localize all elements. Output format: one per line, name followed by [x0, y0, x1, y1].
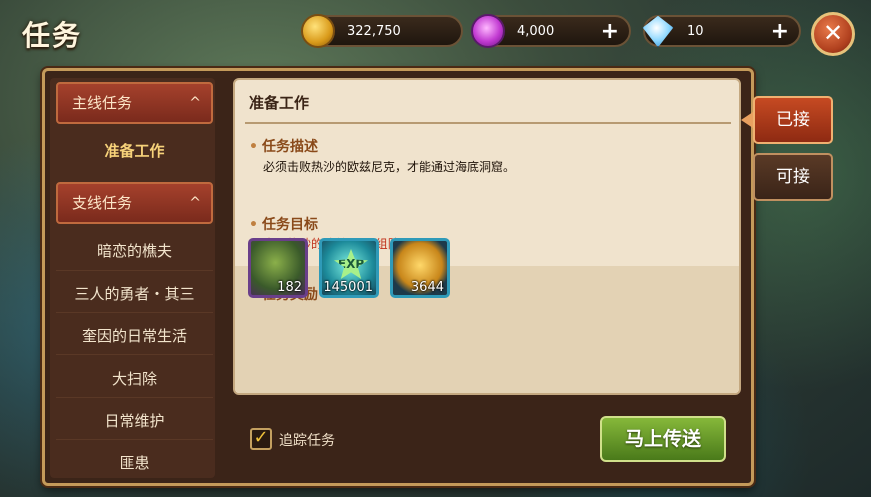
- quest-item[interactable]: 日常维护: [56, 410, 213, 431]
- divider: [245, 122, 731, 124]
- chevron-up-icon: ^: [189, 95, 201, 111]
- diamond-counter: 10 +: [642, 15, 801, 48]
- quest-item-active[interactable]: 准备工作: [56, 140, 213, 161]
- quest-item[interactable]: 三人的勇者・其三: [56, 283, 213, 304]
- add-gem-button[interactable]: +: [601, 19, 619, 44]
- close-icon: ✕: [822, 19, 844, 47]
- category-label: 主线任务: [72, 94, 133, 112]
- divider: [56, 312, 213, 313]
- reward-amount: 182: [277, 280, 302, 295]
- close-button[interactable]: ✕: [811, 12, 855, 56]
- category-label: 支线任务: [72, 194, 133, 212]
- tab-accepted[interactable]: 已接: [753, 96, 833, 144]
- active-tab-pointer: [741, 112, 753, 128]
- divider: [56, 397, 213, 398]
- goal-heading: • 任务目标: [249, 217, 318, 233]
- divider: [56, 354, 213, 355]
- category-side-quests[interactable]: 支线任务 ^: [56, 182, 213, 224]
- category-main-quests[interactable]: 主线任务 ^: [56, 82, 213, 124]
- diamond-value: 10: [687, 24, 704, 39]
- gold-counter: 322,750: [301, 14, 463, 48]
- quest-item[interactable]: 奎因的日常生活: [56, 325, 213, 346]
- add-diamond-button[interactable]: +: [771, 19, 789, 44]
- gold-value: 322,750: [347, 24, 401, 39]
- reward-amount: 145001: [323, 280, 373, 295]
- track-quest-checkbox[interactable]: ✓: [250, 428, 272, 450]
- quest-item[interactable]: 暗恋的樵夫: [56, 240, 213, 261]
- exp-star-icon: EXP: [334, 249, 368, 279]
- gold-coin-icon: [301, 14, 335, 48]
- gem-counter: 4,000 +: [471, 14, 631, 48]
- screen-title: 任务: [22, 19, 83, 52]
- divider: [56, 439, 213, 440]
- teleport-button[interactable]: 马上传送: [600, 416, 726, 462]
- reward-item-1[interactable]: 182: [248, 238, 308, 298]
- chevron-up-icon: ^: [189, 195, 201, 211]
- quest-item[interactable]: 匪患: [56, 452, 213, 473]
- gem-value: 4,000: [517, 24, 555, 39]
- reward-item-2[interactable]: EXP 145001: [319, 238, 379, 298]
- reward-item-3[interactable]: 3644: [390, 238, 450, 298]
- track-quest-label: 追踪任务: [279, 433, 335, 449]
- reward-amount: 3644: [410, 280, 444, 295]
- purple-gem-icon: [471, 14, 505, 48]
- quest-sidebar: 主线任务 ^ 准备工作 支线任务 ^ 暗恋的樵夫 三人的勇者・其三 奎因的日常生…: [50, 78, 215, 478]
- description-heading: • 任务描述: [249, 139, 318, 155]
- tab-available[interactable]: 可接: [753, 153, 833, 201]
- quest-item[interactable]: 大扫除: [56, 368, 213, 389]
- quest-title: 准备工作: [249, 94, 310, 112]
- divider: [56, 270, 213, 271]
- description-text: 必须击败热沙的欧兹尼克，才能通过海底洞窟。: [263, 160, 516, 174]
- quest-detail-panel: 准备工作 •任务描述 必须击败热沙的欧兹尼克，才能通过海底洞窟。 •任务目标 击…: [233, 78, 741, 395]
